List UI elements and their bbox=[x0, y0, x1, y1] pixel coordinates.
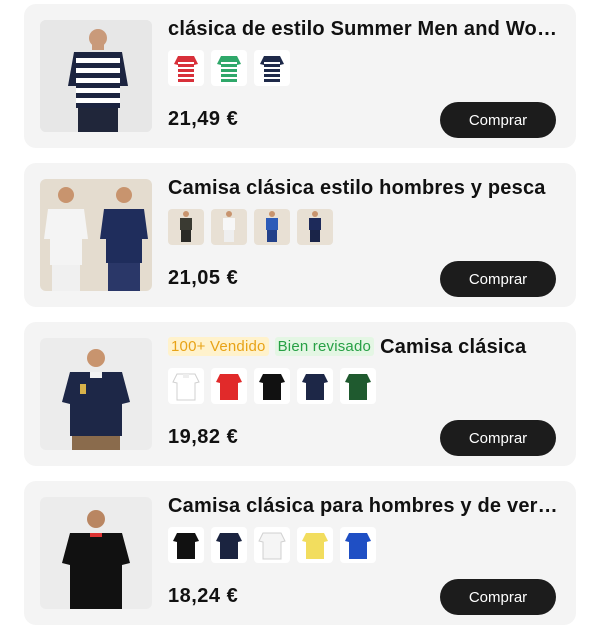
buy-button[interactable]: Comprar bbox=[440, 102, 556, 138]
color-swatch-red[interactable] bbox=[211, 368, 247, 404]
product-title[interactable]: Camisa clásica estilo hombres y pesca bbox=[168, 177, 560, 200]
color-swatch-white[interactable] bbox=[254, 527, 290, 563]
product-price: 18,24 € bbox=[168, 585, 239, 607]
color-swatches bbox=[168, 527, 376, 563]
sold-count-badge: 100+ Vendido bbox=[168, 337, 269, 356]
well-reviewed-badge: Bien revisado bbox=[274, 337, 375, 356]
product-price: 21,49 € bbox=[168, 108, 239, 130]
color-swatch-blue[interactable] bbox=[254, 209, 290, 245]
color-swatch-navy[interactable] bbox=[297, 209, 333, 245]
color-swatches bbox=[168, 368, 376, 404]
color-swatch-navy[interactable] bbox=[297, 368, 333, 404]
buy-button[interactable]: Comprar bbox=[440, 579, 556, 615]
color-swatch-white[interactable] bbox=[168, 368, 204, 404]
color-swatch-green[interactable] bbox=[211, 50, 247, 86]
product-title[interactable]: Camisa clásica para hombres y de verano bbox=[168, 495, 560, 518]
color-swatch-blue[interactable] bbox=[340, 527, 376, 563]
color-swatches bbox=[168, 50, 290, 86]
color-swatch-black[interactable] bbox=[254, 368, 290, 404]
product-card[interactable]: clásica de estilo Summer Men and Women 2… bbox=[24, 4, 576, 148]
product-image[interactable] bbox=[40, 497, 152, 609]
color-swatch-green[interactable] bbox=[340, 368, 376, 404]
color-swatches bbox=[168, 209, 333, 245]
product-price: 21,05 € bbox=[168, 267, 239, 289]
product-title[interactable]: clásica de estilo Summer Men and Women bbox=[168, 18, 560, 41]
product-image[interactable] bbox=[40, 20, 152, 132]
product-image[interactable] bbox=[40, 179, 152, 291]
buy-button[interactable]: Comprar bbox=[440, 261, 556, 297]
color-swatch-white[interactable] bbox=[211, 209, 247, 245]
color-swatch-black[interactable] bbox=[168, 527, 204, 563]
color-swatch-navy[interactable] bbox=[254, 50, 290, 86]
product-title-text: Camisa clásica bbox=[380, 336, 527, 358]
product-card[interactable]: Camisa clásica estilo hombres y pesca 21… bbox=[24, 163, 576, 307]
buy-button[interactable]: Comprar bbox=[440, 420, 556, 456]
product-image[interactable] bbox=[40, 338, 152, 450]
color-swatch-navy[interactable] bbox=[211, 527, 247, 563]
product-card[interactable]: 100+ Vendido Bien revisado Camisa clásica … bbox=[24, 322, 576, 466]
color-swatch-red[interactable] bbox=[168, 50, 204, 86]
product-title[interactable]: 100+ Vendido Bien revisado Camisa clásica bbox=[168, 336, 560, 359]
product-card[interactable]: Camisa clásica para hombres y de verano … bbox=[24, 481, 576, 625]
product-price: 19,82 € bbox=[168, 426, 239, 448]
color-swatch-yellow[interactable] bbox=[297, 527, 333, 563]
color-swatch-black[interactable] bbox=[168, 209, 204, 245]
